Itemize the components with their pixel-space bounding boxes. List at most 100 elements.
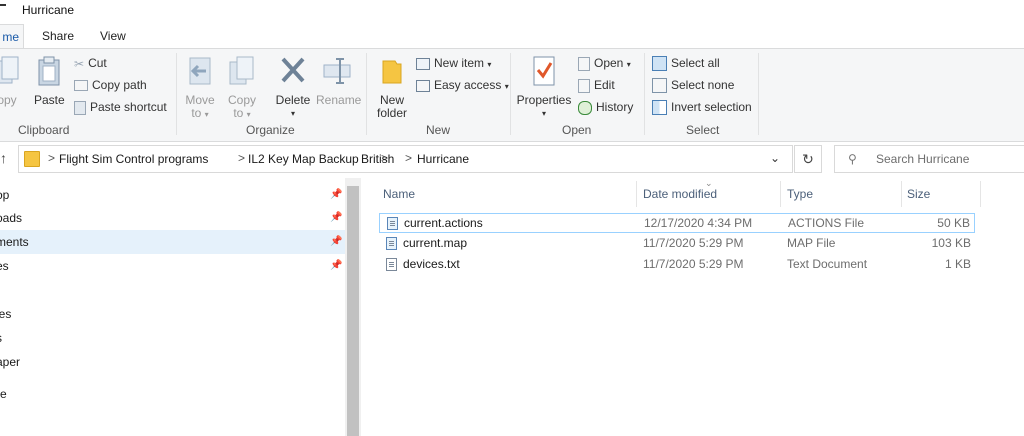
pin-icon[interactable]: 📌 [330, 206, 342, 230]
paste-shortcut-button[interactable]: Paste shortcut [74, 99, 167, 117]
search-placeholder: Search Hurricane [876, 152, 970, 166]
clipboard-icon [38, 56, 60, 86]
column-divider[interactable] [780, 181, 781, 207]
column-divider[interactable] [980, 181, 981, 207]
dropdown-arrow-icon: ▾ [487, 60, 492, 69]
chevron-right-icon[interactable]: > [405, 151, 412, 165]
file-row[interactable]: devices.txt 11/7/2020 5:29 PM Text Docum… [379, 255, 975, 275]
copy-path-label: Copy path [92, 78, 147, 92]
cut-button[interactable]: ✂ Cut [74, 55, 107, 73]
chevron-right-icon[interactable]: > [48, 151, 55, 165]
dropdown-arrow-icon: ▾ [246, 110, 251, 119]
easy-access-icon [416, 79, 430, 92]
properties-button[interactable]: Properties ▾ [516, 55, 572, 120]
ribbon-tabs: me Share View [0, 24, 1024, 48]
edit-button[interactable]: Edit [578, 77, 615, 95]
chevron-right-icon[interactable]: > [238, 151, 245, 165]
rename-label: Rename [316, 93, 362, 107]
pin-icon[interactable]: 📌 [330, 230, 342, 254]
column-divider[interactable] [636, 181, 637, 207]
nav-item[interactable]: oads 📌 [0, 206, 345, 230]
delete-label: Delete [275, 93, 311, 107]
title-bar [0, 0, 1024, 22]
open-button[interactable]: Open ▾ [578, 55, 631, 73]
column-divider[interactable] [901, 181, 902, 207]
breadcrumb-item[interactable]: Hurricane [417, 152, 469, 166]
nav-item[interactable]: es 📌 [0, 254, 345, 278]
nav-item-label: op [0, 188, 10, 202]
nav-item[interactable]: s [0, 326, 345, 350]
copy-to-button[interactable]: Copy to ▾ [226, 55, 258, 121]
new-item-button[interactable]: New item ▾ [416, 55, 491, 73]
tab-view[interactable]: View [100, 24, 126, 48]
nav-scrollbar-thumb[interactable] [347, 186, 359, 436]
select-none-button[interactable]: Select none [652, 77, 734, 95]
column-header-name[interactable]: Name [383, 187, 415, 201]
select-all-icon [652, 56, 667, 72]
select-all-button[interactable]: Select all [652, 55, 720, 73]
edit-label: Edit [594, 78, 615, 92]
up-arrow-icon[interactable]: ↑ [0, 150, 14, 168]
nav-item-label: aper [0, 355, 21, 369]
file-size: 50 KB [937, 216, 970, 230]
copy-path-icon [74, 80, 88, 92]
delete-button[interactable]: Delete ▾ [274, 55, 312, 120]
group-separator [644, 53, 645, 135]
file-icon [387, 217, 398, 230]
file-row[interactable]: current.actions 12/17/2020 4:34 PM ACTIO… [379, 213, 975, 233]
pin-icon[interactable]: 📌 [330, 183, 342, 207]
chevron-down-icon[interactable]: ⌄ [770, 151, 780, 165]
move-to-label-2: to [191, 106, 202, 120]
navigation-pane: op 📌 oads 📌 ments 📌 es 📌 les s aper re [0, 178, 345, 436]
nav-item[interactable]: op 📌 [0, 183, 345, 207]
tab-share[interactable]: Share [42, 24, 74, 48]
invert-selection-button[interactable]: Invert selection [652, 99, 752, 117]
cut-label: Cut [88, 56, 107, 70]
nav-item[interactable]: les [0, 302, 345, 326]
pin-icon[interactable]: 📌 [330, 254, 342, 278]
new-folder-label-2: folder [376, 106, 408, 120]
column-header-type[interactable]: Type [787, 187, 813, 201]
open-label: Open [594, 56, 624, 70]
breadcrumb-item[interactable]: Flight Sim Control programs [59, 152, 208, 166]
file-name: current.map [403, 236, 468, 250]
refresh-button[interactable]: ↻ [794, 145, 822, 173]
column-header-date[interactable]: Date modified [643, 187, 717, 201]
group-separator [510, 53, 511, 135]
breadcrumb-item[interactable]: IL2 Key Map Backup [248, 152, 359, 166]
new-folder-button[interactable]: New folder [374, 55, 410, 120]
history-label: History [596, 100, 634, 114]
nav-item-label: ments [0, 235, 29, 249]
group-separator [366, 53, 367, 135]
window-title: Hurricane [22, 3, 75, 17]
paste-button[interactable]: Paste [34, 55, 65, 107]
tab-home[interactable]: me [0, 24, 24, 48]
file-type: MAP File [787, 236, 836, 250]
nav-item-selected[interactable]: ments 📌 [0, 230, 345, 254]
window-menu-icon[interactable] [0, 4, 6, 16]
group-label-select: Select [686, 123, 720, 137]
select-none-label: Select none [671, 78, 735, 92]
copy-button[interactable]: opy [0, 55, 24, 107]
move-to-button[interactable]: Move to ▾ [184, 55, 216, 121]
copy-path-button[interactable]: Copy path [74, 77, 147, 95]
nav-item-label: re [0, 387, 7, 401]
group-label-organize: Organize [246, 123, 295, 137]
new-item-label: New item [434, 56, 485, 70]
breadcrumb-item[interactable]: British [361, 152, 394, 166]
paste-label: Paste [34, 93, 65, 107]
history-button[interactable]: History [578, 99, 633, 117]
select-all-label: Select all [671, 56, 720, 70]
properties-icon [533, 56, 555, 86]
rename-button[interactable]: Rename [316, 55, 362, 107]
select-none-icon [652, 78, 667, 94]
dropdown-arrow-icon: ▾ [204, 110, 209, 119]
easy-access-button[interactable]: Easy access ▾ [416, 77, 509, 95]
column-header-size[interactable]: Size [907, 187, 930, 201]
file-type: ACTIONS File [788, 216, 865, 230]
file-row[interactable]: current.map 11/7/2020 5:29 PM MAP File 1… [379, 234, 975, 254]
nav-item[interactable]: re [0, 382, 345, 406]
nav-item[interactable]: aper [0, 350, 345, 374]
new-item-icon [416, 57, 430, 70]
refresh-icon: ↻ [802, 151, 814, 167]
